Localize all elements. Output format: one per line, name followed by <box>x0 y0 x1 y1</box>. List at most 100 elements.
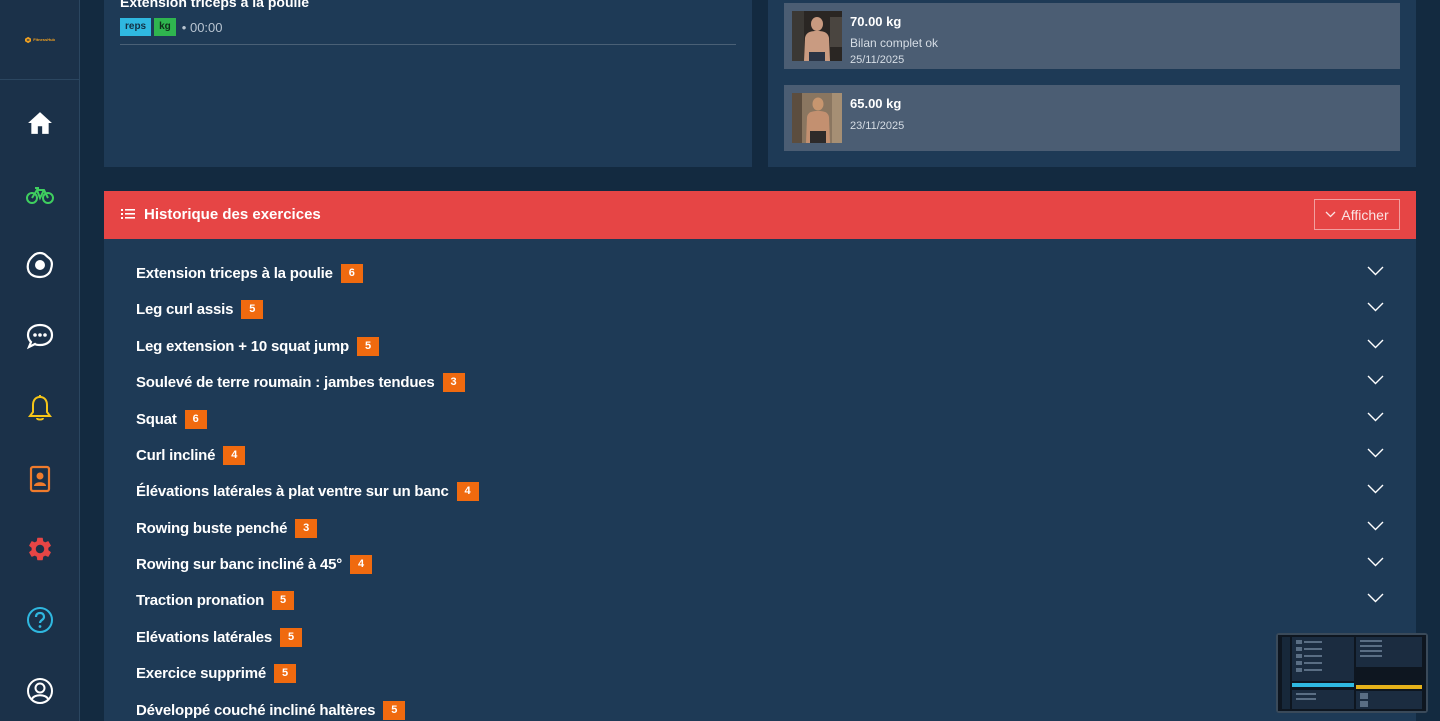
exercise-name: Rowing buste penché <box>136 519 288 537</box>
chevron-down-icon <box>1325 211 1336 218</box>
nav-notifications[interactable] <box>0 383 80 433</box>
weigh-in-date: 25/11/2025 <box>850 54 905 66</box>
nav-settings[interactable] <box>0 524 80 574</box>
weight-value: 65.00 kg <box>850 96 902 111</box>
minimap-preview <box>1278 635 1426 711</box>
exercise-count-badge: 5 <box>357 336 380 356</box>
exercise-row[interactable]: Développé couché incliné haltères 5 <box>136 695 1384 721</box>
chevron-down-icon[interactable] <box>1367 521 1384 531</box>
progress-photo-image <box>792 11 842 61</box>
exercise-row[interactable]: Élévations latérales à plat ventre sur u… <box>136 476 1384 506</box>
weigh-in-note: Bilan complet ok <box>850 36 939 50</box>
exercise-row[interactable]: Soulevé de terre roumain : jambes tendue… <box>136 367 1384 397</box>
user-icon <box>27 678 53 704</box>
progress-photo[interactable] <box>792 11 842 61</box>
exercise-count-badge: 3 <box>295 518 318 538</box>
chevron-down-icon[interactable] <box>1367 266 1384 276</box>
chevron-down-icon[interactable] <box>1367 484 1384 494</box>
gear-icon <box>29 537 51 561</box>
page-minimap[interactable] <box>1276 633 1428 713</box>
exercise-count-badge: 5 <box>272 590 295 610</box>
sidebar: FitnessHub <box>0 0 80 721</box>
app: FitnessHub Extension triceps à la poulie… <box>0 0 1440 721</box>
exercise-row[interactable]: Squat 6 <box>136 404 1384 434</box>
divider <box>120 44 736 45</box>
logo[interactable]: FitnessHub <box>0 0 80 80</box>
bike-icon <box>26 187 54 204</box>
exercise-row[interactable]: Exercice supprimé 5 <box>136 658 1384 688</box>
chevron-down-icon[interactable] <box>1367 375 1384 385</box>
nav-contacts[interactable] <box>0 454 80 504</box>
weigh-in-date: 23/11/2025 <box>850 120 905 132</box>
exercise-count-badge: 6 <box>340 263 363 283</box>
progress-photo-image <box>792 93 842 143</box>
exercise-count-badge: 5 <box>274 663 297 683</box>
nav-nutrition[interactable] <box>0 240 80 290</box>
exercise-name: Soulevé de terre roumain : jambes tendue… <box>136 373 435 391</box>
contact-card-icon <box>29 465 51 493</box>
bell-icon <box>28 395 52 421</box>
exercise-name: Leg curl assis <box>136 300 234 318</box>
help-icon <box>27 607 53 633</box>
nav-home[interactable] <box>0 98 80 148</box>
weigh-ins-card: 70.00 kg Bilan complet ok 25/11/2025 65.… <box>768 0 1416 167</box>
exercise-name: Exercice supprimé <box>136 664 267 682</box>
exercise-count-badge: 4 <box>350 554 373 574</box>
exercise-row[interactable]: Extension triceps à la poulie 6 <box>136 258 1384 288</box>
exercise-name: Curl incliné <box>136 446 216 464</box>
exercise-row[interactable]: Rowing buste penché 3 <box>136 513 1384 543</box>
logo-mark: FitnessHub <box>25 35 55 45</box>
reps-tag: reps <box>120 18 152 36</box>
exercise-name: Traction pronation <box>136 591 265 609</box>
exercise-name: Élévations latérales à plat ventre sur u… <box>136 482 449 500</box>
exercise-name: Rowing sur banc incliné à 45° <box>136 555 343 573</box>
weigh-in-item[interactable]: 70.00 kg Bilan complet ok 25/11/2025 <box>784 3 1400 69</box>
weight-value: 70.00 kg <box>850 14 902 29</box>
weigh-in-item[interactable]: 65.00 kg 23/11/2025 <box>784 85 1400 151</box>
exercise-row[interactable]: Traction pronation 5 <box>136 585 1384 615</box>
exercise-count-badge: 5 <box>241 299 264 319</box>
list-icon <box>121 209 135 219</box>
exercise-row[interactable]: Rowing sur banc incliné à 45° 4 <box>136 549 1384 579</box>
show-button-label: Afficher <box>1341 206 1389 223</box>
history-header: Historique des exercices Afficher <box>104 191 1416 239</box>
logo-icon <box>25 36 32 43</box>
chevron-down-icon[interactable] <box>1367 302 1384 312</box>
exercise-row[interactable]: Leg curl assis 5 <box>136 294 1384 324</box>
exercise-count-badge: 3 <box>442 372 465 392</box>
last-exercise-card: Extension triceps à la poulie reps kg • … <box>104 0 752 167</box>
exercise-count-badge: 6 <box>184 409 207 429</box>
chat-icon <box>26 323 54 350</box>
exercise-name: Leg extension + 10 squat jump <box>136 337 350 355</box>
exercise-history-panel: Historique des exercices Afficher Extens… <box>104 191 1416 721</box>
exercise-count-badge: 5 <box>383 700 406 720</box>
chevron-down-icon[interactable] <box>1367 557 1384 567</box>
exercise-row[interactable]: Curl incliné 4 <box>136 440 1384 470</box>
show-button[interactable]: Afficher <box>1314 199 1400 230</box>
fried-egg-icon <box>26 251 53 279</box>
progress-photo[interactable] <box>792 93 842 143</box>
nav-profile[interactable] <box>0 666 80 716</box>
exercise-name: Elévations latérales <box>136 628 273 646</box>
exercise-row[interactable]: Leg extension + 10 squat jump 5 <box>136 331 1384 361</box>
chevron-down-icon[interactable] <box>1367 593 1384 603</box>
home-icon <box>28 112 52 134</box>
exercise-tags: reps kg • 00:00 <box>120 18 223 36</box>
exercise-name: Extension triceps à la poulie <box>136 264 333 282</box>
kg-tag: kg <box>154 18 176 36</box>
exercise-name: Squat <box>136 410 177 428</box>
history-title: Historique des exercices <box>144 206 321 223</box>
logo-text: FitnessHub <box>33 37 55 42</box>
nav-messages[interactable] <box>0 311 80 361</box>
chevron-down-icon[interactable] <box>1367 339 1384 349</box>
exercise-count-badge: 4 <box>456 481 479 501</box>
chevron-down-icon[interactable] <box>1367 412 1384 422</box>
last-exercise-title: Extension triceps à la poulie <box>120 0 310 10</box>
exercise-name: Développé couché incliné haltères <box>136 701 376 719</box>
chevron-down-icon[interactable] <box>1367 448 1384 458</box>
nav-training[interactable] <box>0 170 80 220</box>
nav-help[interactable] <box>0 595 80 645</box>
exercise-time: • 00:00 <box>181 19 223 35</box>
exercise-count-badge: 5 <box>280 627 303 647</box>
exercise-row[interactable]: Elévations latérales 5 <box>136 622 1384 652</box>
